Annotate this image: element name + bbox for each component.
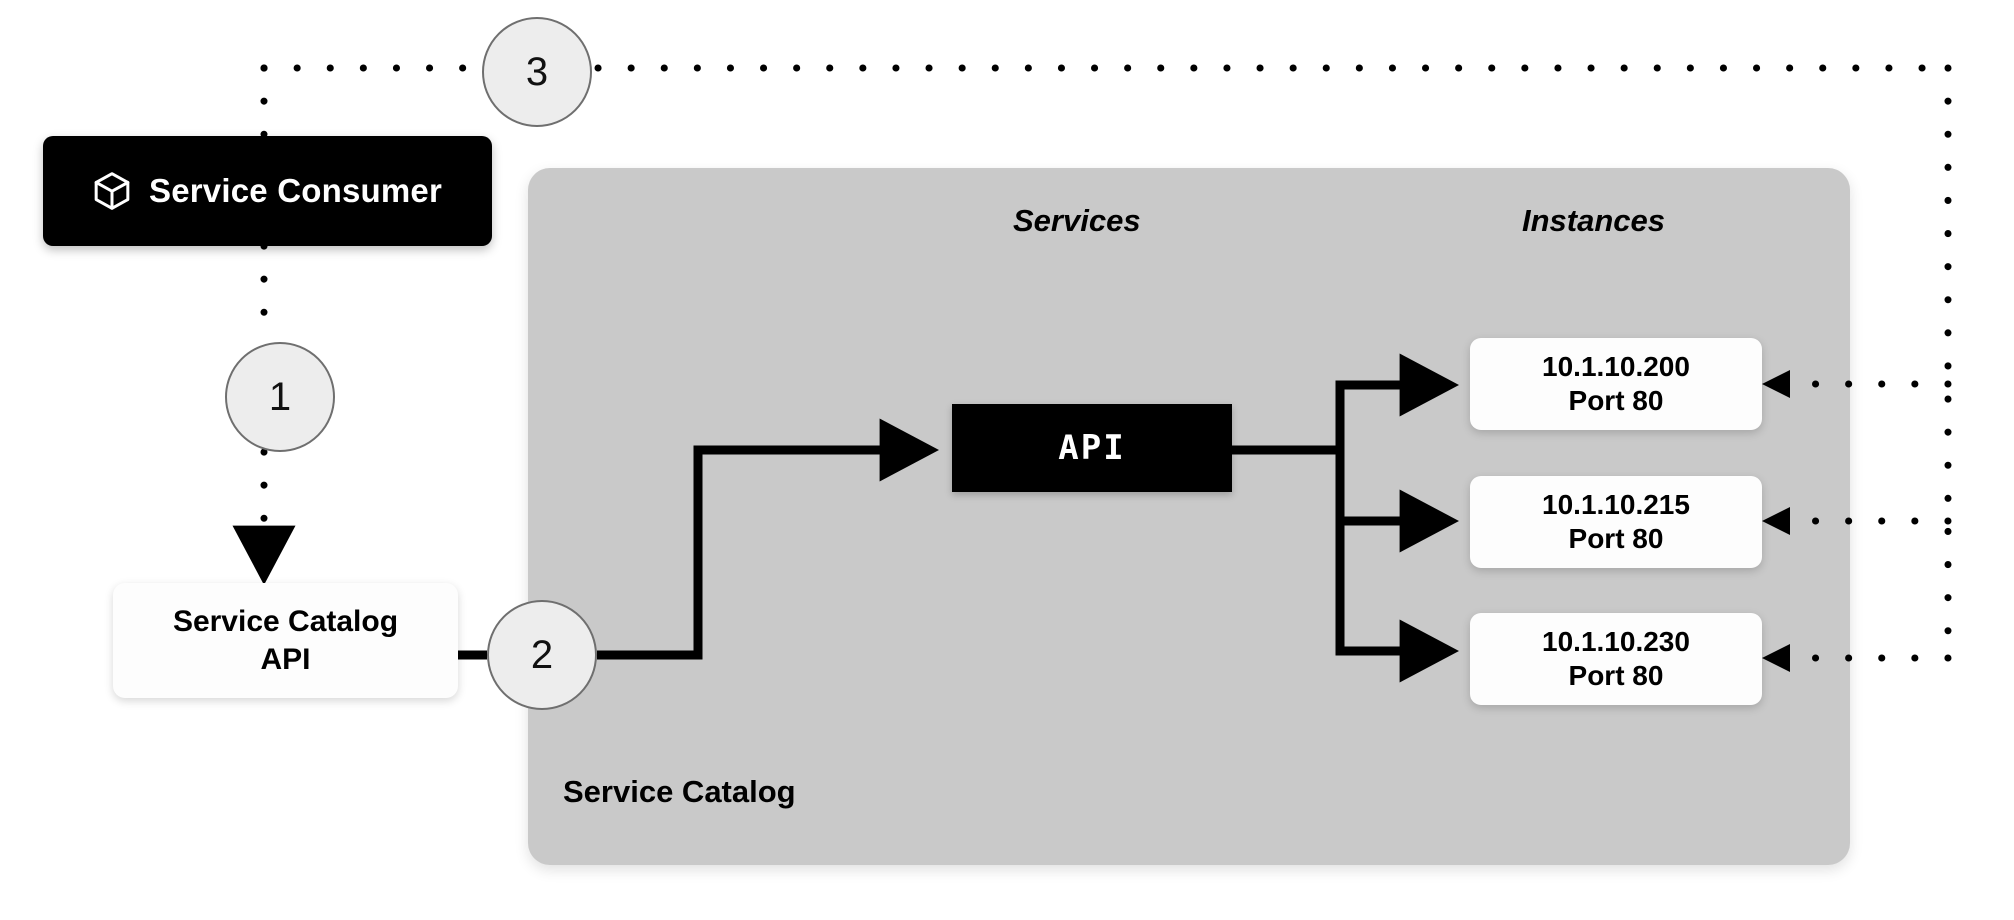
step-marker-1: 1 bbox=[225, 342, 335, 452]
instance-card[interactable]: 10.1.10.215 Port 80 bbox=[1470, 476, 1762, 568]
instance-ip: 10.1.10.230 bbox=[1542, 625, 1690, 657]
service-consumer-node[interactable]: Service Consumer bbox=[43, 136, 492, 246]
service-catalog-api-line1: Service Catalog bbox=[172, 605, 399, 639]
instance-port: Port 80 bbox=[1568, 523, 1664, 554]
instance-ip: 10.1.10.215 bbox=[1542, 488, 1690, 520]
api-service-node[interactable]: API bbox=[952, 404, 1232, 492]
service-catalog-api-node[interactable]: Service Catalog API bbox=[113, 583, 458, 698]
service-catalog-api-line2: API bbox=[260, 642, 311, 676]
diagram-canvas: Service Catalog Services Instances Servi… bbox=[0, 0, 2014, 920]
instance-port: Port 80 bbox=[1568, 385, 1664, 416]
column-header-services: Services bbox=[1013, 203, 1141, 238]
instance-ip: 10.1.10.200 bbox=[1542, 350, 1690, 382]
instance-card[interactable]: 10.1.10.230 Port 80 bbox=[1470, 613, 1762, 705]
container-label: Service Catalog bbox=[563, 774, 796, 809]
api-service-label: API bbox=[1058, 428, 1126, 468]
instance-port: Port 80 bbox=[1568, 660, 1664, 691]
column-header-instances: Instances bbox=[1522, 203, 1666, 238]
step-marker-3: 3 bbox=[482, 17, 592, 127]
instance-card[interactable]: 10.1.10.200 Port 80 bbox=[1470, 338, 1762, 430]
cube-icon bbox=[93, 171, 131, 211]
step-marker-2: 2 bbox=[487, 600, 597, 710]
service-consumer-label: Service Consumer bbox=[149, 172, 442, 209]
